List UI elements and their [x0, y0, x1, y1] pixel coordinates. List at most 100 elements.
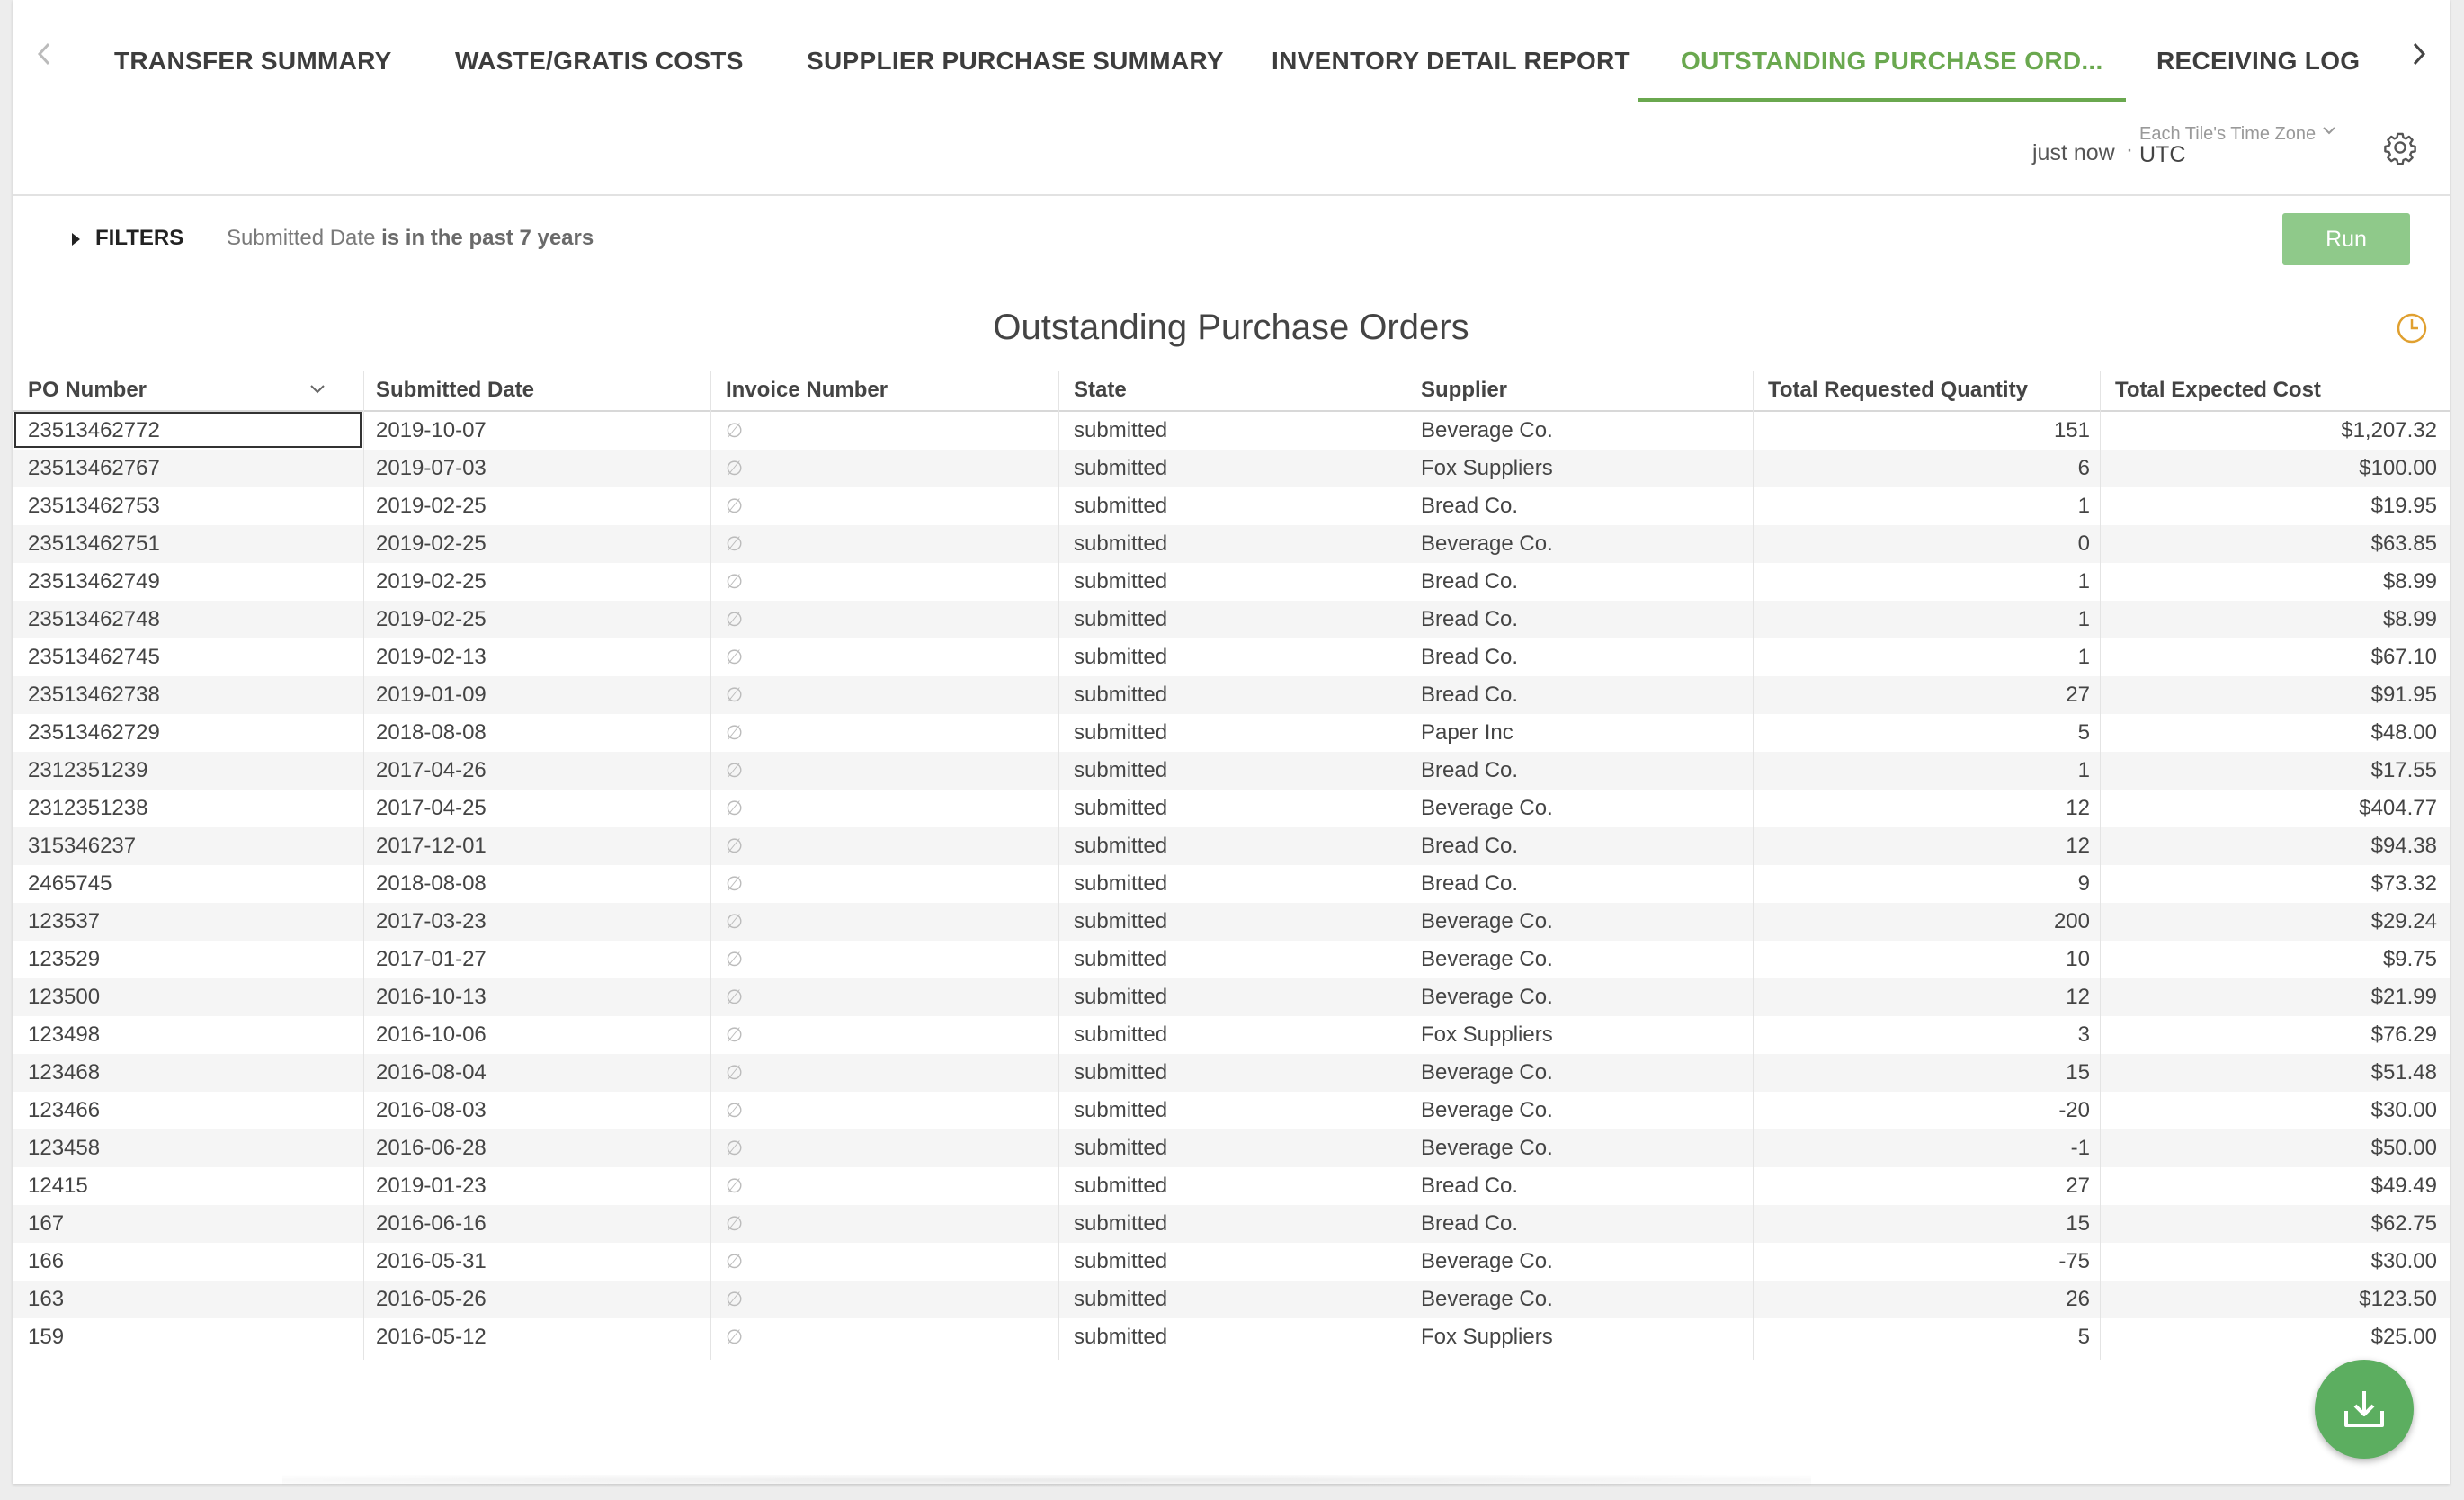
cell-submitted-date[interactable]: 2016-05-12 — [376, 1318, 700, 1356]
cell-supplier[interactable]: Bread Co. — [1421, 1167, 1745, 1205]
cell-total-expected-cost[interactable]: $62.75 — [2115, 1205, 2437, 1243]
cell-submitted-date[interactable]: 2018-08-08 — [376, 865, 700, 903]
table-row[interactable]: 23513462729 2018-08-08 ∅ submitted Paper Inc… — [13, 714, 2450, 752]
filters-toggle[interactable]: FILTERS — [95, 226, 183, 251]
table-row[interactable]: 23513462745 2019-02-13 ∅ submitted Bread Co.… — [13, 638, 2450, 676]
cell-po-number[interactable]: 23513462745 — [28, 638, 352, 676]
cell-total-requested-quantity[interactable]: 1 — [1768, 487, 2090, 525]
cell-supplier[interactable]: Beverage Co. — [1421, 941, 1745, 978]
tab-receiving-log[interactable]: RECEIVING LOG — [2156, 25, 2360, 104]
cell-po-number[interactable]: 123537 — [28, 903, 352, 941]
cell-supplier[interactable]: Beverage Co. — [1421, 1054, 1745, 1092]
cell-total-requested-quantity[interactable]: 15 — [1768, 1054, 2090, 1092]
cell-state[interactable]: submitted — [1074, 676, 1397, 714]
cell-total-expected-cost[interactable]: $50.00 — [2115, 1129, 2437, 1167]
table-row[interactable]: 2465745 2018-08-08 ∅ submitted Bread Co. 9 $73… — [13, 865, 2450, 903]
cell-invoice-number[interactable]: ∅ — [726, 714, 1049, 752]
cell-total-expected-cost[interactable]: $123.50 — [2115, 1281, 2437, 1318]
table-row[interactable]: 123498 2016-10-06 ∅ submitted Fox Suppliers 3… — [13, 1016, 2450, 1054]
table-row[interactable]: 123458 2016-06-28 ∅ submitted Beverage Co. -1… — [13, 1129, 2450, 1167]
cell-po-number[interactable]: 123468 — [28, 1054, 352, 1092]
cell-po-number[interactable]: 23513462751 — [28, 525, 352, 563]
cell-invoice-number[interactable]: ∅ — [726, 790, 1049, 827]
cell-submitted-date[interactable]: 2016-08-03 — [376, 1092, 700, 1129]
cell-po-number[interactable]: 23513462729 — [28, 714, 352, 752]
cell-invoice-number[interactable]: ∅ — [726, 1129, 1049, 1167]
cell-po-number[interactable]: 163 — [28, 1281, 352, 1318]
cell-po-number[interactable]: 2465745 — [28, 865, 352, 903]
cell-total-requested-quantity[interactable]: 27 — [1768, 676, 2090, 714]
chevron-down-icon[interactable] — [2320, 124, 2338, 138]
timezone-value[interactable]: UTC — [2139, 142, 2185, 168]
cell-po-number[interactable]: 12415 — [28, 1167, 352, 1205]
tab-waste-gratis-costs[interactable]: WASTE/GRATIS COSTS — [455, 25, 744, 104]
cell-invoice-number[interactable]: ∅ — [726, 941, 1049, 978]
cell-total-requested-quantity[interactable]: 0 — [1768, 525, 2090, 563]
cell-total-expected-cost[interactable]: $8.99 — [2115, 563, 2437, 601]
filter-summary[interactable]: Submitted Date is in the past 7 years — [227, 226, 594, 251]
cell-submitted-date[interactable]: 2017-04-26 — [376, 752, 700, 790]
cell-total-expected-cost[interactable]: $404.77 — [2115, 790, 2437, 827]
cell-total-expected-cost[interactable]: $73.32 — [2115, 865, 2437, 903]
cell-supplier[interactable]: Bread Co. — [1421, 676, 1745, 714]
cell-invoice-number[interactable]: ∅ — [726, 1092, 1049, 1129]
cell-invoice-number[interactable]: ∅ — [726, 412, 1049, 450]
cell-state[interactable]: submitted — [1074, 1243, 1397, 1281]
cell-total-expected-cost[interactable]: $48.00 — [2115, 714, 2437, 752]
cell-supplier[interactable]: Beverage Co. — [1421, 1243, 1745, 1281]
cell-po-number[interactable]: 2312351239 — [28, 752, 352, 790]
cell-total-requested-quantity[interactable]: 12 — [1768, 978, 2090, 1016]
cell-supplier[interactable]: Bread Co. — [1421, 827, 1745, 865]
cell-total-expected-cost[interactable]: $91.95 — [2115, 676, 2437, 714]
cell-total-requested-quantity[interactable]: 151 — [1768, 412, 2090, 450]
tab-scroll-left[interactable] — [26, 27, 62, 81]
cell-supplier[interactable]: Beverage Co. — [1421, 1281, 1745, 1318]
cell-invoice-number[interactable]: ∅ — [726, 601, 1049, 638]
tab-supplier-purchase-summary[interactable]: SUPPLIER PURCHASE SUMMARY — [807, 25, 1224, 104]
cell-state[interactable]: submitted — [1074, 601, 1397, 638]
cell-state[interactable]: submitted — [1074, 790, 1397, 827]
cell-total-requested-quantity[interactable]: 1 — [1768, 563, 2090, 601]
cell-total-requested-quantity[interactable]: 26 — [1768, 1281, 2090, 1318]
cell-invoice-number[interactable]: ∅ — [726, 827, 1049, 865]
col-header-invoice-number[interactable]: Invoice Number — [726, 378, 888, 403]
cell-submitted-date[interactable]: 2016-05-31 — [376, 1243, 700, 1281]
cell-total-expected-cost[interactable]: $49.49 — [2115, 1167, 2437, 1205]
cell-total-expected-cost[interactable]: $30.00 — [2115, 1092, 2437, 1129]
cell-submitted-date[interactable]: 2016-10-06 — [376, 1016, 700, 1054]
table-row[interactable]: 2312351238 2017-04-25 ∅ submitted Beverage C… — [13, 790, 2450, 827]
cell-supplier[interactable]: Beverage Co. — [1421, 525, 1745, 563]
tab-inventory-detail-report[interactable]: INVENTORY DETAIL REPORT — [1272, 25, 1630, 104]
cell-state[interactable]: submitted — [1074, 714, 1397, 752]
cell-invoice-number[interactable]: ∅ — [726, 1054, 1049, 1092]
cell-invoice-number[interactable]: ∅ — [726, 1167, 1049, 1205]
cell-state[interactable]: submitted — [1074, 1054, 1397, 1092]
cell-supplier[interactable]: Beverage Co. — [1421, 1092, 1745, 1129]
cell-total-requested-quantity[interactable]: 15 — [1768, 1205, 2090, 1243]
cell-total-requested-quantity[interactable]: 200 — [1768, 903, 2090, 941]
cell-state[interactable]: submitted — [1074, 487, 1397, 525]
col-header-total-requested-quantity[interactable]: Total Requested Quantity — [1768, 378, 2028, 403]
cell-submitted-date[interactable]: 2019-01-23 — [376, 1167, 700, 1205]
cell-total-expected-cost[interactable]: $19.95 — [2115, 487, 2437, 525]
cell-invoice-number[interactable]: ∅ — [726, 865, 1049, 903]
cell-submitted-date[interactable]: 2017-04-25 — [376, 790, 700, 827]
table-row[interactable]: 23513462772 2019-10-07 ∅ submitted Beverage … — [13, 412, 2450, 450]
cell-state[interactable]: submitted — [1074, 978, 1397, 1016]
cell-state[interactable]: submitted — [1074, 1281, 1397, 1318]
cell-total-expected-cost[interactable]: $21.99 — [2115, 978, 2437, 1016]
cell-state[interactable]: submitted — [1074, 1016, 1397, 1054]
table-row[interactable]: 123500 2016-10-13 ∅ submitted Beverage Co. 12… — [13, 978, 2450, 1016]
cell-invoice-number[interactable]: ∅ — [726, 563, 1049, 601]
cell-invoice-number[interactable]: ∅ — [726, 1016, 1049, 1054]
col-header-total-expected-cost[interactable]: Total Expected Cost — [2115, 378, 2321, 403]
cell-total-requested-quantity[interactable]: 27 — [1768, 1167, 2090, 1205]
cell-state[interactable]: submitted — [1074, 525, 1397, 563]
cell-total-expected-cost[interactable]: $51.48 — [2115, 1054, 2437, 1092]
col-header-supplier[interactable]: Supplier — [1421, 378, 1507, 403]
cell-submitted-date[interactable]: 2016-10-13 — [376, 978, 700, 1016]
cell-total-requested-quantity[interactable]: 3 — [1768, 1016, 2090, 1054]
cell-invoice-number[interactable]: ∅ — [726, 1318, 1049, 1356]
cell-total-expected-cost[interactable]: $100.00 — [2115, 450, 2437, 487]
cell-total-expected-cost[interactable]: $8.99 — [2115, 601, 2437, 638]
